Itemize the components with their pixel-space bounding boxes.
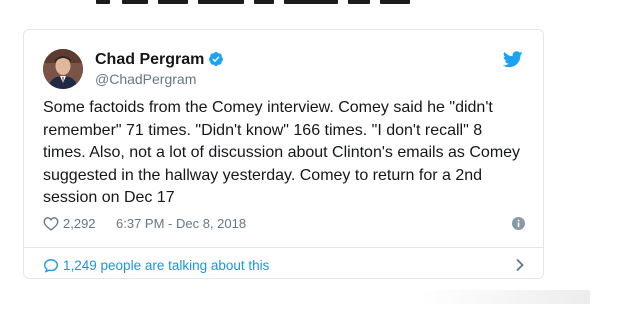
- tweet-card[interactable]: Chad Pergram @ChadPergram Some factoids …: [23, 29, 544, 279]
- tweet-text-line: session on Dec 17: [43, 189, 175, 206]
- tweet-text-line: Some factoids from the Comey interview. …: [43, 99, 493, 116]
- tweet-timestamp[interactable]: 6:37 PM - Dec 8, 2018: [116, 216, 246, 231]
- tweet-meta: 2,292 6:37 PM - Dec 8, 2018: [43, 215, 525, 233]
- author-name[interactable]: Chad Pergram: [95, 51, 224, 72]
- tweet-text-line: suggested in the hallway yesterday. Come…: [43, 166, 483, 184]
- author-name-text: Chad Pergram: [95, 51, 205, 68]
- talking-text: 1,249 people are talking about this: [63, 258, 270, 273]
- heart-icon[interactable]: [43, 216, 59, 234]
- tweet-text: Some factoids from the Comey interview. …: [43, 97, 533, 210]
- tweet-header: Chad Pergram @ChadPergram: [43, 49, 523, 91]
- author-handle[interactable]: @ChadPergram: [95, 71, 196, 87]
- like-count[interactable]: 2,292: [63, 216, 96, 231]
- verified-badge-icon: [208, 51, 224, 72]
- shadow-decoration: [420, 290, 590, 304]
- chevron-right-icon[interactable]: [515, 258, 525, 275]
- talking-link[interactable]: 1,249 people are talking about this: [43, 256, 525, 276]
- tweet-text-line: times. Also, not a lot of discussion abo…: [43, 144, 521, 161]
- avatar[interactable]: [43, 49, 83, 89]
- twitter-bird-icon[interactable]: [502, 51, 523, 69]
- divider: [24, 247, 543, 248]
- cropped-text-above: [0, 0, 621, 4]
- info-icon[interactable]: [512, 217, 525, 230]
- tweet-text-line: remember" 71 times. "Didn't know" 166 ti…: [43, 121, 483, 139]
- speech-bubble-icon: [43, 258, 59, 276]
- page: Chad Pergram @ChadPergram Some factoids …: [0, 0, 621, 327]
